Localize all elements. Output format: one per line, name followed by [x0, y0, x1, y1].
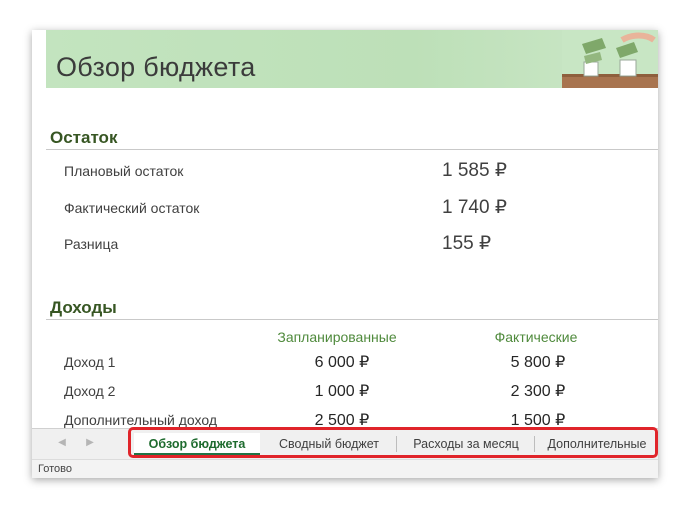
income-actual-value: 1 500 ₽ [510, 412, 566, 429]
section-title-income: Доходы [50, 298, 117, 317]
section-divider [46, 319, 658, 320]
balance-row-value: 1 585 ₽ [442, 160, 507, 181]
sheet-tab-additional[interactable]: Дополнительные [536, 433, 658, 455]
sheet-left-edge [32, 30, 46, 430]
header-banner: Обзор бюджета [46, 30, 658, 88]
tab-separator [396, 436, 397, 452]
status-bar: Готово [32, 459, 658, 478]
balance-row-value: 155 ₽ [442, 233, 492, 254]
status-text: Готово [38, 463, 72, 475]
income-planned-value: 1 000 ₽ [314, 383, 370, 400]
income-row-label: Дополнительный доход [64, 412, 218, 428]
sheet-tab-summary-budget[interactable]: Сводный бюджет [262, 433, 396, 455]
scroll-tabs-left-icon[interactable]: ◀ [56, 437, 68, 449]
scroll-tabs-right-icon[interactable]: ▶ [84, 437, 96, 449]
income-planned-value: 2 500 ₽ [314, 412, 370, 429]
sheet-tab-monthly-expenses[interactable]: Расходы за месяц [398, 433, 534, 455]
column-header-planned: Запланированные [277, 329, 397, 345]
income-planned-value: 6 000 ₽ [314, 354, 370, 371]
balance-row-label: Разница [64, 236, 119, 252]
tab-separator [534, 436, 535, 452]
income-actual-value: 5 800 ₽ [510, 354, 566, 371]
section-title-balance: Остаток [50, 128, 118, 147]
balance-row-label: Плановый остаток [64, 163, 184, 179]
balance-row-value: 1 740 ₽ [442, 197, 507, 218]
income-actual-value: 2 300 ₽ [510, 383, 566, 400]
balance-row-label: Фактический остаток [64, 200, 200, 216]
income-row-label: Доход 2 [64, 383, 116, 399]
page-title: Обзор бюджета [56, 52, 256, 82]
money-illustration-icon [562, 30, 658, 88]
column-header-actual: Фактические [494, 329, 578, 345]
sheet-tab-budget-overview[interactable]: Обзор бюджета [134, 433, 260, 455]
section-divider [46, 149, 658, 150]
excel-window: Обзор бюджета Остаток Плановый остаток 1… [32, 30, 658, 478]
income-row-label: Доход 1 [64, 354, 116, 370]
